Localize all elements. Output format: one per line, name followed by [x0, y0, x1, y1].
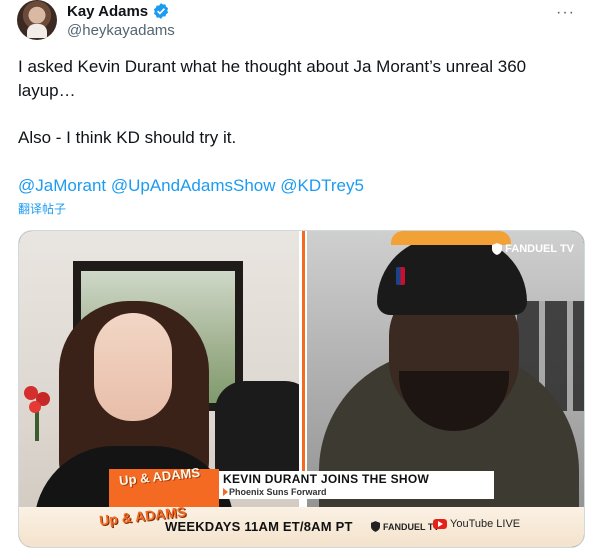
translate-post-link[interactable]: 翻译帖子 [18, 200, 66, 217]
author-display-name[interactable]: Kay Adams [67, 3, 148, 20]
lower-third-subtitle: Phoenix Suns Forward [229, 487, 327, 497]
host-face [94, 313, 172, 421]
play-triangle-icon [223, 488, 228, 496]
mention-link[interactable]: @UpAndAdamsShow [111, 176, 276, 195]
panel-divider-accent [302, 231, 305, 471]
video-player[interactable]: FANDUEL TV Up & ADAMS KEVIN DURANT JOINS… [18, 230, 585, 548]
bottom-fanduel-label: FANDUEL TV [383, 521, 440, 532]
author-name-row: Kay Adams [67, 2, 170, 20]
bottom-fanduel: FANDUEL TV [371, 521, 439, 532]
more-options-icon[interactable]: ··· [556, 4, 575, 22]
fanduel-tv-watermark: FANDUEL TV [492, 243, 574, 255]
tweet-mentions: @JaMorant @UpAndAdamsShow @KDTrey5 [18, 174, 558, 198]
tweet: Kay Adams @heykayadams ··· I asked Kevin… [0, 0, 589, 550]
youtube-live-label: YouTube LIVE [450, 518, 521, 530]
schedule-text: WEEKDAYS 11AM ET/8AM PT [165, 519, 353, 534]
youtube-live: YouTube LIVE [433, 518, 520, 530]
fanduel-tv-label: FANDUEL TV [505, 243, 574, 255]
author-handle[interactable]: @heykayadams [67, 22, 175, 39]
mention-link[interactable]: @JaMorant [18, 176, 106, 195]
flower-plant [24, 386, 50, 441]
tweet-text-paragraph-1: I asked Kevin Durant what he thought abo… [18, 57, 527, 100]
tweet-text-paragraph-2: Also - I think KD should try it. [18, 128, 237, 147]
lower-third-title: KEVIN DURANT JOINS THE SHOW [223, 472, 430, 486]
fanduel-shield-icon [371, 521, 380, 532]
youtube-icon [433, 519, 447, 529]
nba-logo-icon [396, 267, 405, 285]
lower-third-accent [211, 471, 219, 499]
verified-badge-icon [154, 3, 169, 19]
fanduel-shield-icon [492, 243, 503, 255]
avatar[interactable] [17, 0, 57, 40]
mention-link[interactable]: @KDTrey5 [280, 176, 364, 195]
